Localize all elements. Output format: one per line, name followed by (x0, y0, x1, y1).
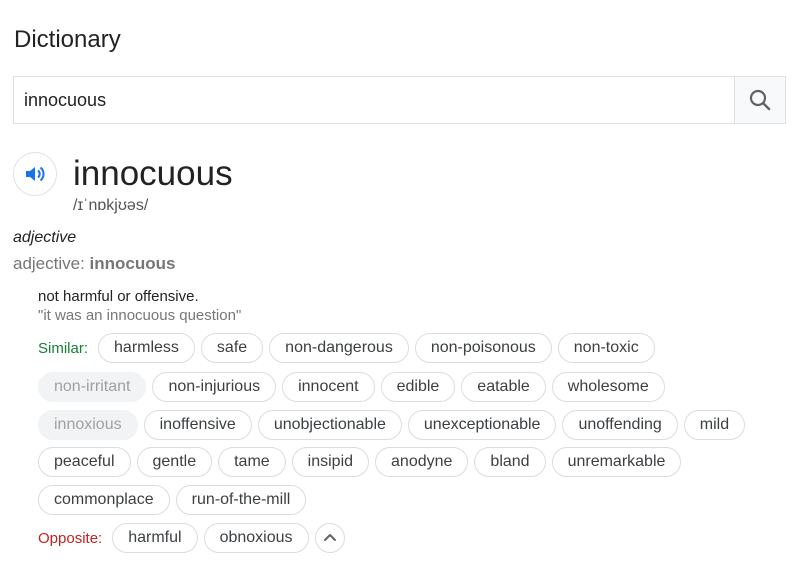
similar-row-3: innoxious inoffensive unobjectionable un… (38, 410, 746, 440)
synonym-chip[interactable]: harmless (98, 333, 195, 363)
synonym-chip[interactable]: safe (200, 333, 264, 363)
synonym-chip[interactable]: unobjectionable (257, 410, 402, 440)
synonym-chip[interactable]: non-injurious (152, 372, 277, 402)
synonym-chip[interactable]: mild (683, 410, 746, 440)
opposite-label: Opposite: (38, 529, 103, 547)
search-input[interactable] (14, 77, 734, 123)
synonym-chip[interactable]: non-toxic (557, 333, 655, 363)
synonym-chip[interactable]: tame (218, 447, 286, 477)
similar-row-4: peaceful gentle tame insipid anodyne bla… (38, 447, 682, 477)
phonetic: /ɪˈnɒkjʊəs/ (73, 197, 149, 214)
synonym-chip[interactable]: eatable (461, 372, 546, 402)
search-icon (749, 89, 771, 111)
antonym-chip[interactable]: harmful (112, 523, 198, 553)
synonym-chip-disabled: innoxious (38, 410, 138, 440)
opposite-row: Opposite: harmful obnoxious (38, 523, 345, 553)
headword: innocuous (73, 154, 233, 193)
collapse-button[interactable] (314, 523, 345, 553)
synonym-chip[interactable]: unexceptionable (407, 410, 557, 440)
search-button[interactable] (734, 77, 785, 123)
page-title: Dictionary (14, 26, 121, 53)
similar-row-2: non-irritant non-injurious innocent edib… (38, 372, 665, 402)
antonym-chip[interactable]: obnoxious (203, 523, 309, 553)
synonym-chip[interactable]: gentle (136, 447, 213, 477)
synonym-chip[interactable]: innocent (282, 372, 375, 402)
speaker-icon (26, 166, 45, 182)
synonym-chip-disabled: non-irritant (38, 372, 147, 402)
synonym-chip[interactable]: bland (474, 447, 546, 477)
forms-prefix: adjective: (13, 254, 90, 273)
search-bar (13, 76, 786, 124)
similar-row-1: Similar: harmless safe non-dangerous non… (38, 333, 655, 363)
synonym-chip[interactable]: unremarkable (551, 447, 682, 477)
chevron-up-icon (323, 534, 336, 541)
part-of-speech: adjective (13, 229, 77, 246)
synonym-chip[interactable]: run-of-the-mill (175, 485, 307, 515)
definition: not harmful or offensive. (38, 288, 199, 305)
similar-row-5: commonplace run-of-the-mill (38, 485, 307, 515)
forms-word: innocuous (89, 254, 176, 273)
synonym-chip[interactable]: inoffensive (143, 410, 252, 440)
similar-label: Similar: (38, 339, 89, 357)
synonym-chip[interactable]: peaceful (38, 447, 131, 477)
pronunciation-button[interactable] (13, 152, 57, 196)
synonym-chip[interactable]: unoffending (562, 410, 678, 440)
synonym-chip[interactable]: edible (380, 372, 456, 402)
synonym-chip[interactable]: commonplace (38, 485, 170, 515)
synonym-chip[interactable]: non-dangerous (269, 333, 409, 363)
example: "it was an innocuous question" (38, 307, 242, 324)
synonym-chip[interactable]: anodyne (375, 447, 469, 477)
synonym-chip[interactable]: non-poisonous (414, 333, 552, 363)
synonym-chip[interactable]: insipid (291, 447, 370, 477)
synonym-chip[interactable]: wholesome (551, 372, 665, 402)
word-forms: adjective: innocuous (13, 254, 176, 274)
